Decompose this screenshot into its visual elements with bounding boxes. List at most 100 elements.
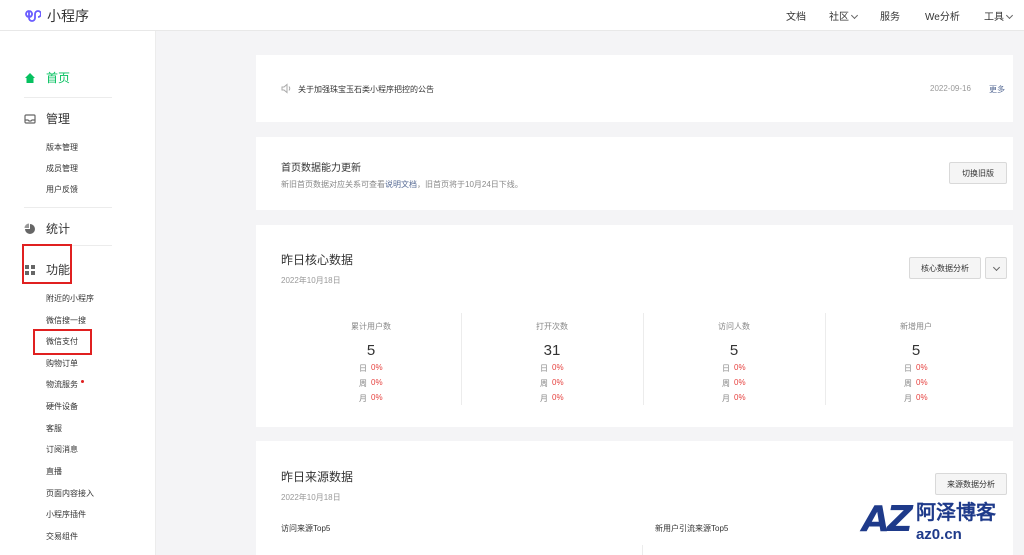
row-key: 月 xyxy=(722,394,730,403)
core-data-analysis-button[interactable]: 核心数据分析 xyxy=(909,257,981,279)
notice-date: 2022-09-16 xyxy=(930,84,971,93)
chevron-down-icon xyxy=(850,11,859,20)
row-key: 日 xyxy=(359,364,367,373)
nav-tools-label: 工具 xyxy=(984,12,1004,23)
top-nav-bar: 小程序 文档 社区 服务 We分析 工具 xyxy=(0,0,1024,31)
sidebar-features-label: 功能 xyxy=(46,263,71,277)
row-value: 0% xyxy=(371,378,383,387)
metric-row-month: 月 0% xyxy=(644,393,824,404)
sidebar-item-wechat-pay[interactable]: 微信支付 xyxy=(46,336,78,347)
metric-row-month: 月 0% xyxy=(281,393,461,404)
sidebar-item-trade-component[interactable]: 交易组件 xyxy=(46,531,78,542)
sidebar-item-live[interactable]: 直播 xyxy=(46,466,62,477)
metric-visitors: 访问人数 5 日 0% 周 0% 月 0% xyxy=(644,315,824,405)
source-data-analysis-button[interactable]: 来源数据分析 xyxy=(935,473,1007,495)
row-key: 日 xyxy=(540,364,548,373)
divider xyxy=(24,97,112,98)
sidebar-item-home[interactable]: 首页 xyxy=(24,69,70,86)
sidebar-item-logistics[interactable]: 物流服务 xyxy=(46,379,84,390)
metric-label: 新增用户 xyxy=(900,322,932,331)
sidebar-item-content-access[interactable]: 页面内容接入 xyxy=(46,488,94,499)
nav-tools[interactable]: 工具 xyxy=(984,8,1014,23)
nav-we-analytics[interactable]: We分析 xyxy=(925,8,960,23)
sidebar-home-label: 首页 xyxy=(46,71,71,85)
update-doc-link[interactable]: 说明文档 xyxy=(385,180,417,189)
metric-opens: 打开次数 31 日 0% 周 0% 月 0% xyxy=(462,315,642,405)
chevron-down-icon xyxy=(1005,11,1014,20)
home-icon xyxy=(25,72,35,83)
metric-row-day: 日 0% xyxy=(644,363,824,374)
switch-old-version-button[interactable]: 切换旧版 xyxy=(949,162,1007,184)
more-dropdown-button[interactable] xyxy=(985,257,1007,279)
metric-row-month: 月 0% xyxy=(462,393,642,404)
row-value: 0% xyxy=(916,393,928,402)
update-desc-prefix: 新旧首页数据对应关系可查看 xyxy=(281,180,385,189)
metric-value: 5 xyxy=(911,342,921,359)
metric-row-week: 周 0% xyxy=(644,378,824,389)
row-value: 0% xyxy=(734,363,746,372)
row-key: 月 xyxy=(540,394,548,403)
miniprogram-logo-icon xyxy=(25,10,41,22)
core-data-date: 2022年10月18日 xyxy=(281,276,341,285)
nav-docs[interactable]: 文档 xyxy=(786,8,806,23)
sidebar-item-orders[interactable]: 购物订单 xyxy=(46,358,78,369)
row-value: 0% xyxy=(734,393,746,402)
source-left-label: 访问来源Top5 xyxy=(281,524,331,533)
speaker-icon xyxy=(281,83,291,94)
sidebar: 首页 管理 版本管理 成员管理 用户反馈 统计 功能 附近的小程序 微信搜一搜 … xyxy=(0,31,156,555)
sidebar-item-nearby[interactable]: 附近的小程序 xyxy=(46,293,94,304)
inbox-icon xyxy=(24,113,36,124)
sidebar-item-version[interactable]: 版本管理 xyxy=(46,142,78,153)
sidebar-section-stats[interactable]: 统计 xyxy=(24,220,70,237)
metric-value: 31 xyxy=(543,342,561,359)
row-value: 0% xyxy=(916,363,928,372)
row-key: 周 xyxy=(904,379,912,388)
row-value: 0% xyxy=(734,378,746,387)
row-value: 0% xyxy=(552,393,564,402)
row-key: 月 xyxy=(359,394,367,403)
row-value: 0% xyxy=(371,363,383,372)
notice-card: 关于加强珠宝玉石类小程序把控的公告 2022-09-16 更多 xyxy=(256,55,1013,122)
watermark-name: 阿泽博客 xyxy=(915,502,996,524)
sidebar-item-wechat-search[interactable]: 微信搜一搜 xyxy=(46,315,86,326)
row-key: 月 xyxy=(904,394,912,403)
sidebar-section-features[interactable]: 功能 xyxy=(24,261,70,278)
nav-services[interactable]: 服务 xyxy=(880,8,900,23)
sidebar-logistics-label: 物流服务 xyxy=(46,380,78,389)
sidebar-stats-label: 统计 xyxy=(46,222,71,236)
new-badge-dot xyxy=(81,380,84,383)
row-value: 0% xyxy=(552,363,564,372)
sidebar-manage-label: 管理 xyxy=(46,112,71,126)
notice-more-link[interactable]: 更多 xyxy=(989,84,1005,95)
watermark-text: 阿泽博客 az0.cn xyxy=(916,496,996,543)
metric-label: 打开次数 xyxy=(536,322,568,331)
sidebar-item-hardware[interactable]: 硬件设备 xyxy=(46,401,78,412)
notice-title[interactable]: 关于加强珠宝玉石类小程序把控的公告 xyxy=(298,84,434,95)
sidebar-item-feedback[interactable]: 用户反馈 xyxy=(46,184,78,195)
sidebar-section-manage[interactable]: 管理 xyxy=(24,110,70,127)
sidebar-item-members[interactable]: 成员管理 xyxy=(46,163,78,174)
metric-label: 访问人数 xyxy=(718,322,750,331)
app-title: 小程序 xyxy=(47,8,89,24)
update-card: 首页数据能力更新 新旧首页数据对应关系可查看说明文档，旧首页将于10月24日下线… xyxy=(256,137,1013,210)
metric-label: 累计用户数 xyxy=(351,322,391,331)
update-desc-suffix: ，旧首页将于10月24日下线。 xyxy=(417,180,523,189)
pie-chart-icon xyxy=(24,223,35,234)
metric-value: 5 xyxy=(729,342,739,359)
metric-row-day: 日 0% xyxy=(281,363,461,374)
divider xyxy=(24,207,112,208)
row-value: 0% xyxy=(371,393,383,402)
metric-value: 5 xyxy=(366,342,376,359)
metric-new-users: 新增用户 5 日 0% 周 0% 月 0% xyxy=(826,315,1006,405)
logo[interactable]: 小程序 xyxy=(25,6,89,26)
sidebar-item-subscribe-msg[interactable]: 订阅消息 xyxy=(46,444,78,455)
row-key: 周 xyxy=(359,379,367,388)
sidebar-item-customer-service[interactable]: 客服 xyxy=(46,423,62,434)
metric-row-day: 日 0% xyxy=(826,363,1006,374)
sidebar-item-plugins[interactable]: 小程序插件 xyxy=(46,509,86,520)
metric-row-month: 月 0% xyxy=(826,393,1006,404)
source-right-label: 新用户引流来源Top5 xyxy=(655,524,729,533)
core-data-card: 昨日核心数据 2022年10月18日 核心数据分析 累计用户数 5 日 0% 周0… xyxy=(256,225,1013,427)
core-data-title: 昨日核心数据 xyxy=(281,253,354,267)
nav-community[interactable]: 社区 xyxy=(829,8,859,23)
